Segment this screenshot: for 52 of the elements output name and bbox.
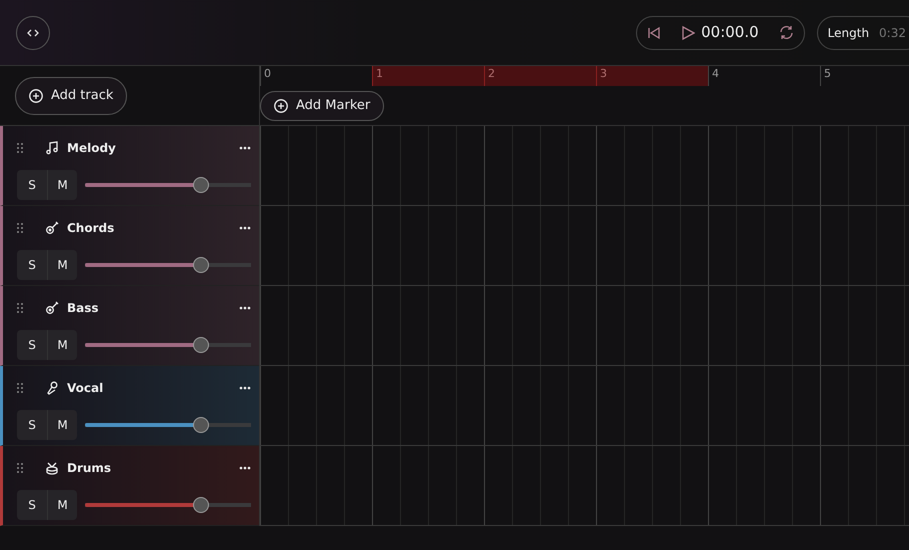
more-icon [239, 386, 251, 390]
music-note-icon [45, 141, 59, 155]
play-button[interactable]: 00:00.0 [671, 16, 769, 48]
more-icon [239, 226, 251, 230]
drag-handle-icon [17, 143, 23, 153]
solo-button[interactable]: S [17, 490, 47, 520]
slider-thumb[interactable] [193, 417, 210, 433]
ruler-bar: 1 [372, 66, 484, 86]
length-value: 0:32 [879, 24, 906, 42]
track-name: Drums [67, 460, 112, 477]
slider-thumb[interactable] [193, 177, 210, 193]
ruler-bar: 2 [484, 66, 596, 86]
play-icon [681, 24, 696, 40]
more-icon [239, 306, 251, 310]
drum-icon [45, 461, 59, 475]
track-name: Chords [67, 220, 116, 237]
mute-button[interactable]: M [47, 170, 77, 200]
solo-button[interactable]: S [17, 410, 47, 440]
ruler-bar: 3 [596, 66, 708, 86]
track-name: Melody [67, 140, 117, 157]
mute-button[interactable]: M [47, 490, 77, 520]
guitar-icon [45, 301, 59, 315]
slider-thumb[interactable] [193, 337, 210, 353]
track-name: Vocal [67, 380, 104, 397]
drag-handle-icon [17, 303, 23, 313]
add-marker-button[interactable]: Add Marker [260, 91, 384, 121]
refresh-icon [778, 25, 794, 40]
slider-thumb[interactable] [193, 497, 210, 513]
drag-handle-icon [17, 223, 23, 233]
solo-button[interactable]: S [17, 250, 47, 280]
solo-button[interactable]: S [17, 330, 47, 360]
mute-button[interactable]: M [47, 410, 77, 440]
guitar-icon [45, 221, 59, 235]
ruler-bar: 5 [820, 66, 909, 86]
more-icon [239, 146, 251, 150]
drag-handle-icon [17, 463, 23, 473]
track-name: Bass [67, 300, 100, 317]
add-track-button[interactable]: Add track [15, 76, 128, 114]
code-icon [27, 28, 39, 38]
slider-thumb[interactable] [193, 257, 210, 273]
mute-button[interactable]: M [47, 330, 77, 360]
mute-button[interactable]: M [47, 250, 77, 280]
drag-handle-icon [17, 383, 23, 393]
skip-back-icon [647, 26, 662, 40]
add-icon [274, 99, 288, 113]
solo-button[interactable]: S [17, 170, 47, 200]
more-icon [239, 466, 251, 470]
code-toggle-button[interactable] [16, 16, 50, 50]
microphone-icon [45, 381, 59, 395]
length-label: Length [828, 24, 870, 42]
ruler-bar: 4 [708, 66, 820, 86]
add-icon [29, 88, 43, 102]
